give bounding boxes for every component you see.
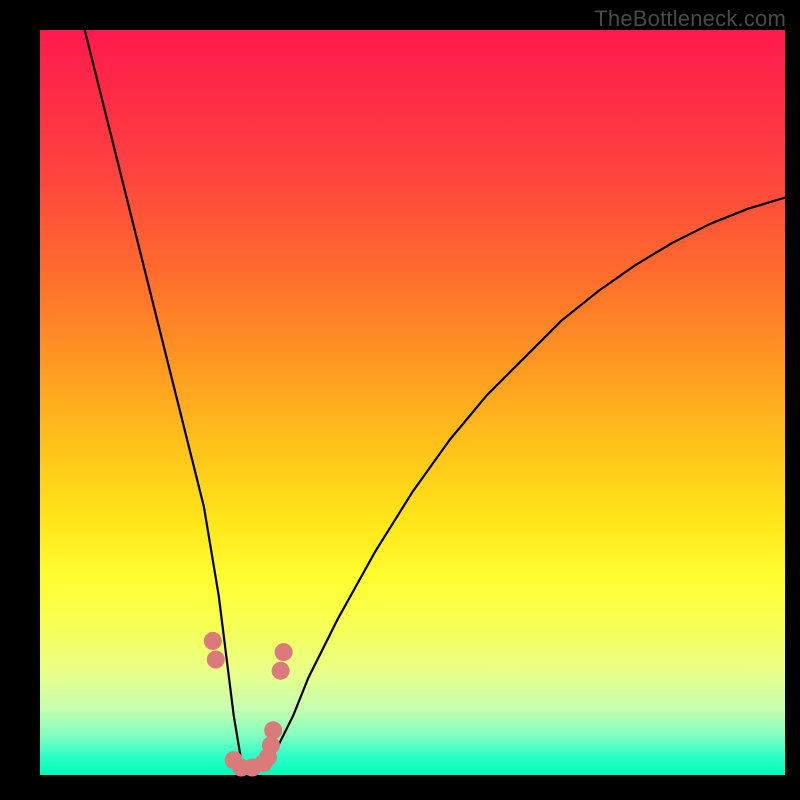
chart-svg bbox=[40, 30, 785, 775]
bottleneck-curve-line bbox=[85, 30, 785, 768]
data-point bbox=[207, 651, 225, 669]
data-points-group bbox=[204, 632, 293, 777]
data-point bbox=[275, 643, 293, 661]
chart-plot-area bbox=[40, 30, 785, 775]
data-point bbox=[264, 721, 282, 739]
data-point bbox=[272, 662, 290, 680]
watermark-text: TheBottleneck.com bbox=[594, 6, 786, 32]
outer-frame: TheBottleneck.com bbox=[0, 0, 800, 800]
data-point bbox=[204, 632, 222, 650]
